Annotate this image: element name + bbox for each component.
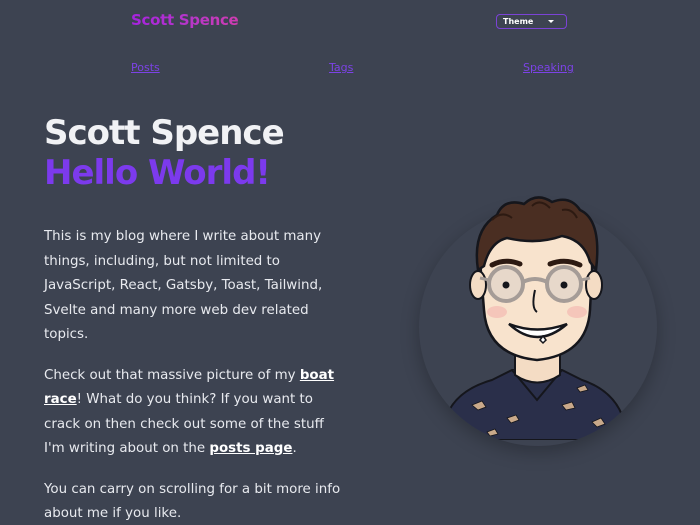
chevron-down-icon (548, 20, 554, 23)
nav-link-tags[interactable]: Tags (329, 61, 353, 74)
intro-p2-text-3: . (292, 441, 297, 456)
theme-select[interactable]: Theme (496, 14, 567, 29)
avatar (412, 190, 658, 446)
theme-select-value: Theme (503, 17, 534, 26)
posts-page-link[interactable]: posts page (209, 441, 292, 456)
nav-link-speaking[interactable]: Speaking (523, 61, 574, 74)
hero-title-name: Scott Spence (44, 113, 285, 153)
intro-paragraph-3: You can carry on scrolling for a bit mor… (44, 481, 341, 522)
hero-title-greeting: Hello World! (44, 153, 271, 193)
avatar-illustration (440, 196, 634, 440)
intro-p2-text-1: Check out that massive picture of my (44, 367, 300, 383)
nav-link-posts[interactable]: Posts (131, 61, 160, 74)
page: Scott Spence Theme Posts Tags Speaking S… (0, 0, 700, 525)
site-title[interactable]: Scott Spence (131, 11, 239, 29)
intro-text: This is my blog where I write about many… (44, 225, 344, 525)
intro-paragraph-2: Check out that massive picture of my boa… (44, 364, 344, 462)
hero-heading: Scott Spence Hello World! (44, 113, 285, 193)
intro-paragraph-1: This is my blog where I write about many… (44, 229, 323, 342)
